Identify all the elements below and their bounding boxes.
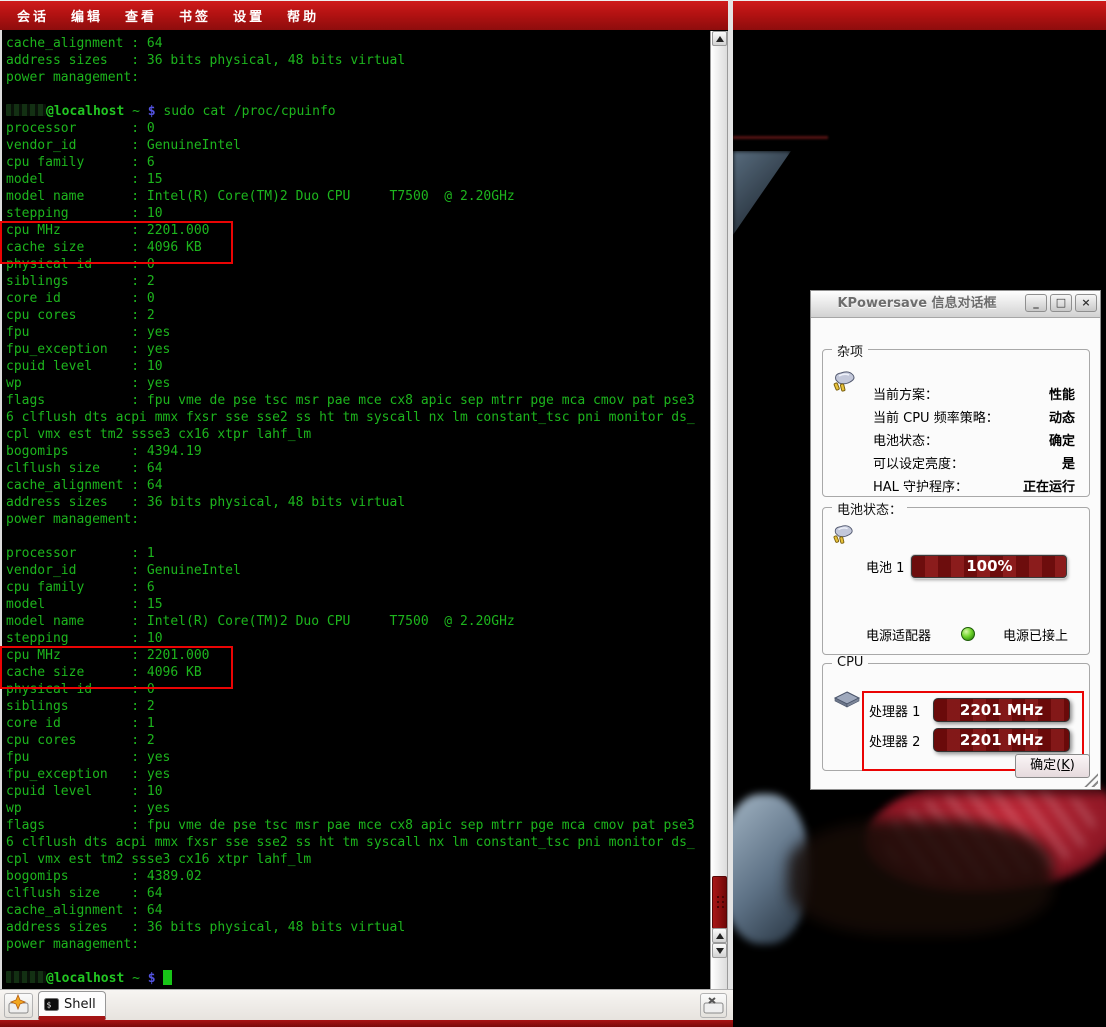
dialog-titlebar[interactable]: KPowersave 信息对话框 _ □ × [811, 291, 1100, 318]
misc-row-value: 确定 [1049, 430, 1075, 453]
ok-label-suffix: ) [1070, 758, 1075, 773]
new-tab-icon [5, 994, 32, 1017]
annotation-box-cpu1-mhz-cache [0, 646, 233, 689]
annotation-box-cpu0-mhz-cache [0, 221, 233, 264]
scrollbar-up-button[interactable] [712, 31, 727, 46]
misc-row-value: 动态 [1049, 407, 1075, 430]
kpowersave-dialog: KPowersave 信息对话框 _ □ × 杂项 [810, 290, 1101, 790]
window-button-icon[interactable]: □ [1050, 294, 1072, 312]
terminal-window-border-right [728, 0, 733, 1027]
scrollbar-up-button-bottom[interactable] [712, 928, 727, 943]
adapter-status: 电源已接上 [1003, 625, 1068, 644]
terminal-window-bottom-edge [0, 1020, 733, 1027]
misc-group-title: 杂项 [832, 341, 868, 360]
menu-item[interactable]: 编辑 [60, 6, 114, 25]
scrollbar-down-button[interactable] [712, 943, 727, 958]
new-tab-button[interactable] [4, 993, 33, 1018]
up-arrow-icon [716, 933, 724, 939]
redacted-username [6, 104, 46, 116]
battery-progressbar: 100% [911, 555, 1067, 578]
down-arrow-icon [716, 948, 724, 954]
tab-label: Shell [64, 997, 96, 1012]
menu-item[interactable]: 查看 [114, 6, 168, 25]
menu-item[interactable]: 帮助 [276, 6, 330, 25]
menu-item[interactable]: 书签 [168, 6, 222, 25]
window-button-icon[interactable]: × [1075, 294, 1097, 312]
up-arrow-icon [716, 36, 724, 42]
menu-item[interactable]: 设置 [222, 6, 276, 25]
close-tab-icon [701, 994, 726, 1017]
terminal-menubar: 会话 编辑 查看 书签 设置 帮助 [0, 0, 733, 30]
misc-row-value: 性能 [1049, 384, 1075, 407]
misc-group: 杂项 当前方案： 性能 当前 CPU 频率策略： [822, 349, 1090, 497]
video-detail-wedge [733, 151, 791, 235]
ok-label: 确定( [1030, 758, 1061, 773]
battery-label: 电池 1 [866, 557, 904, 576]
dialog-window-buttons: _ □ × [1025, 294, 1097, 312]
misc-row: 可以设定亮度： 是 [823, 453, 1089, 476]
terminal-text[interactable]: cache_alignment : 64address sizes : 36 b… [2, 31, 710, 989]
background-window-titlebar [733, 0, 1106, 30]
misc-row-label: 电池状态： [873, 430, 938, 453]
misc-row-label: 当前方案： [873, 384, 938, 407]
menu-item[interactable]: 会话 [6, 6, 60, 25]
misc-row-label: 当前 CPU 频率策略： [873, 407, 999, 430]
adapter-row: 电源适配器 电源已接上 [823, 624, 1089, 644]
scrollbar-thumb[interactable] [712, 876, 727, 929]
ok-accel-key: K [1061, 758, 1070, 773]
redacted-username [6, 971, 46, 983]
window-button-icon[interactable]: _ [1025, 294, 1047, 312]
misc-row: 当前方案： 性能 [823, 384, 1089, 407]
misc-row-value: 正在运行 [1023, 476, 1075, 499]
misc-row: HAL 守护程序： 正在运行 [823, 476, 1089, 499]
video-detail-line [733, 136, 828, 139]
misc-row: 当前 CPU 频率策略： 动态 [823, 407, 1089, 430]
tab-shell[interactable]: $ Shell [38, 991, 106, 1020]
misc-row: 电池状态： 确定 [823, 430, 1089, 453]
battery-group: 电池状态： 电池 1 100% 电源适配器 电源已接上 [822, 507, 1090, 655]
misc-rows: 当前方案： 性能 当前 CPU 频率策略： 动态 电池状态： 确定 可 [823, 384, 1089, 499]
video-frame [733, 782, 1106, 942]
misc-row-label: HAL 守护程序： [873, 476, 968, 499]
adapter-label: 电源适配器 [866, 625, 931, 644]
terminal-icon: $ [44, 997, 59, 1012]
svg-text:$: $ [47, 1000, 52, 1009]
dialog-title: KPowersave 信息对话框 [811, 291, 1023, 317]
terminal-cursor [163, 970, 172, 985]
adapter-led-icon [961, 627, 975, 641]
misc-row-value: 是 [1062, 453, 1075, 476]
battery-row: 电池 1 100% [823, 554, 1089, 579]
misc-row-label: 可以设定亮度： [873, 453, 964, 476]
ok-button[interactable]: 确定(K) [1015, 754, 1090, 778]
terminal-scrollbar[interactable] [710, 31, 728, 989]
video-dark-area [788, 820, 1053, 935]
close-tab-button[interactable] [700, 993, 727, 1018]
terminal-tabbar [0, 989, 733, 1020]
cpu-group-title: CPU [832, 655, 868, 670]
power-plug-icon [831, 524, 855, 550]
battery-group-title: 电池状态： [832, 499, 907, 518]
dialog-content: 杂项 当前方案： 性能 当前 CPU 频率策略： [811, 317, 1100, 789]
